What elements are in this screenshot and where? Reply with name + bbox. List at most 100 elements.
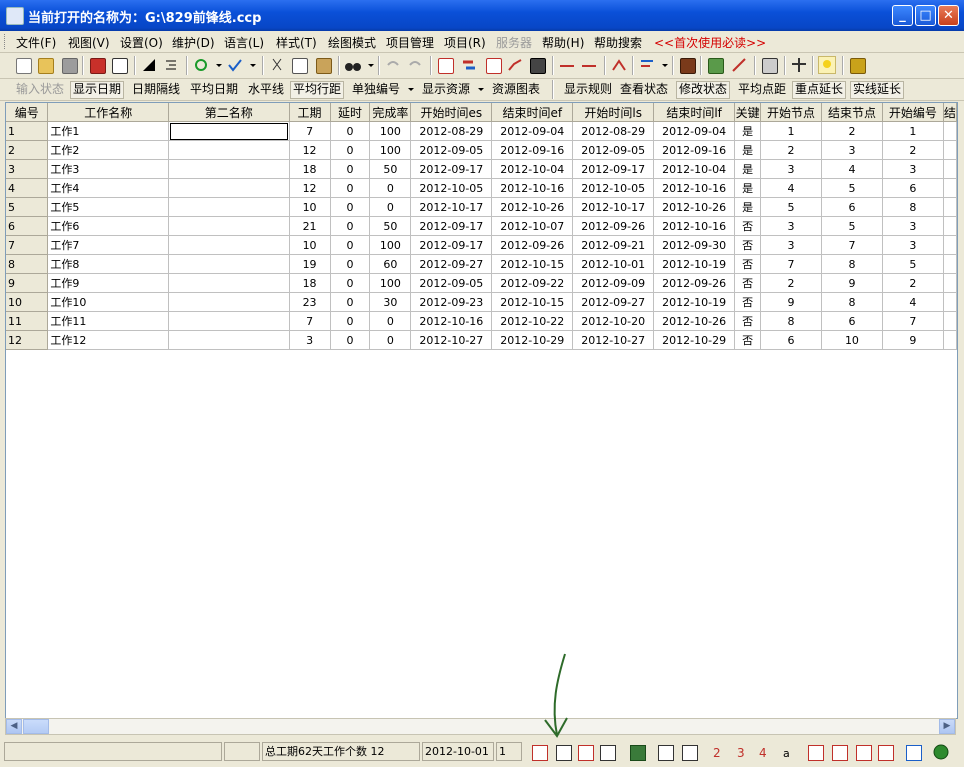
table-cell[interactable] bbox=[330, 464, 370, 483]
resource-icon[interactable] bbox=[528, 56, 546, 74]
table-cell[interactable] bbox=[943, 292, 957, 312]
table-cell[interactable] bbox=[289, 407, 330, 426]
table-cell[interactable] bbox=[943, 369, 956, 388]
table-cell[interactable]: 100 bbox=[369, 235, 412, 255]
table-cell[interactable] bbox=[943, 330, 957, 350]
row-number-cell[interactable]: 1 bbox=[6, 121, 49, 141]
table-cell[interactable]: 工作5 bbox=[47, 197, 169, 217]
show-resources-dropdown[interactable] bbox=[478, 88, 484, 91]
new-file-icon[interactable] bbox=[14, 56, 32, 74]
row-number-cell[interactable] bbox=[6, 539, 48, 559]
show-resources-button[interactable]: 显示资源 bbox=[420, 81, 472, 97]
calendar-icon[interactable] bbox=[656, 743, 674, 761]
table-cell[interactable] bbox=[48, 692, 169, 711]
table-cell[interactable] bbox=[289, 673, 330, 692]
table-cell[interactable] bbox=[761, 464, 822, 483]
table-row[interactable] bbox=[6, 482, 957, 502]
menu-project[interactable]: 项目(R) bbox=[444, 34, 486, 51]
table-cell[interactable] bbox=[411, 597, 492, 616]
table-cell[interactable] bbox=[573, 388, 654, 407]
row-number-cell[interactable]: 2 bbox=[6, 140, 49, 160]
table-cell[interactable] bbox=[370, 616, 411, 635]
menu-settings[interactable]: 设置(O) bbox=[120, 34, 163, 51]
table-cell[interactable] bbox=[411, 502, 492, 521]
table-row[interactable] bbox=[6, 406, 957, 426]
table-cell[interactable] bbox=[370, 483, 411, 502]
table-cell[interactable] bbox=[735, 350, 761, 369]
table-cell[interactable]: 2012-09-17 bbox=[572, 159, 655, 179]
row-number-cell[interactable] bbox=[6, 482, 48, 502]
menu-read-first[interactable]: <<首次使用必读>> bbox=[654, 34, 766, 51]
table-cell[interactable] bbox=[411, 616, 492, 635]
find-icon[interactable] bbox=[344, 56, 362, 74]
table-cell[interactable] bbox=[492, 445, 573, 464]
table-cell[interactable] bbox=[654, 635, 735, 654]
table-row[interactable] bbox=[6, 577, 957, 597]
align-dropdown-arrow[interactable] bbox=[662, 64, 668, 67]
lock-icon[interactable] bbox=[848, 56, 866, 74]
table-cell[interactable] bbox=[654, 350, 735, 369]
row-number-cell[interactable] bbox=[6, 691, 48, 711]
shift-left-icon[interactable] bbox=[876, 743, 894, 761]
table-cell[interactable]: 工作8 bbox=[47, 254, 169, 274]
table-cell[interactable] bbox=[654, 426, 735, 445]
row-number-cell[interactable]: 11 bbox=[6, 311, 49, 331]
table-cell[interactable]: 60 bbox=[369, 254, 412, 274]
undo-icon[interactable] bbox=[384, 56, 402, 74]
fit-width-icon[interactable] bbox=[830, 743, 848, 761]
table-cell[interactable] bbox=[411, 464, 492, 483]
table-cell[interactable] bbox=[330, 635, 370, 654]
table-cell[interactable]: 0 bbox=[369, 311, 412, 331]
table-cell[interactable] bbox=[735, 464, 761, 483]
table-cell[interactable]: 3 bbox=[760, 159, 822, 179]
find-dropdown-arrow[interactable] bbox=[368, 64, 374, 67]
table-cell[interactable] bbox=[573, 540, 654, 559]
table-cell[interactable] bbox=[492, 388, 573, 407]
menu-style[interactable]: 样式(T) bbox=[276, 34, 317, 51]
table-cell[interactable]: 7 bbox=[760, 254, 822, 274]
menu-view[interactable]: 视图(V) bbox=[68, 34, 110, 51]
table-row[interactable] bbox=[6, 596, 957, 616]
table-row[interactable] bbox=[6, 558, 957, 578]
horizontal-scrollbar[interactable]: ◀ ▶ bbox=[5, 718, 956, 735]
table-cell[interactable]: 2012-10-04 bbox=[653, 159, 736, 179]
table-cell[interactable] bbox=[735, 692, 761, 711]
row-number-cell[interactable] bbox=[6, 425, 48, 445]
average-row-spacing-button[interactable]: 平均行距 bbox=[290, 81, 345, 99]
table-cell[interactable] bbox=[48, 483, 169, 502]
table-cell[interactable] bbox=[943, 159, 957, 179]
table-cell[interactable]: 2012-08-29 bbox=[572, 121, 655, 141]
key-extend-button[interactable]: 重点延长 bbox=[792, 81, 847, 99]
table-cell[interactable] bbox=[654, 521, 735, 540]
table-cell[interactable]: 5 bbox=[821, 216, 883, 236]
table-cell[interactable] bbox=[761, 369, 822, 388]
table-cell[interactable]: 2 bbox=[821, 121, 883, 141]
table-cell[interactable] bbox=[573, 654, 654, 673]
table-cell[interactable] bbox=[761, 483, 822, 502]
frame-icon[interactable] bbox=[598, 743, 616, 761]
table-cell[interactable]: 2012-08-29 bbox=[410, 121, 493, 141]
table-cell[interactable] bbox=[943, 597, 956, 616]
row-number-cell[interactable] bbox=[6, 349, 48, 369]
minimize-button[interactable]: _ bbox=[892, 5, 913, 26]
separate-numbering-button[interactable]: 单独编号 bbox=[350, 81, 402, 97]
table-cell[interactable] bbox=[168, 121, 290, 141]
table-row[interactable] bbox=[6, 349, 957, 369]
table-row[interactable]: 3 工作3 18 0 50 2012-09-17 2012-10-04 2012-09-17 2… bbox=[6, 159, 957, 179]
table-cell[interactable] bbox=[735, 388, 761, 407]
table-cell[interactable] bbox=[168, 254, 290, 274]
table-row[interactable]: 1 工作1 7 0 100 2012-08-29 2012-09-04 2012-08-29 2… bbox=[6, 121, 957, 141]
table-cell[interactable] bbox=[330, 578, 370, 597]
table-cell[interactable]: 100 bbox=[369, 273, 412, 293]
table-cell[interactable] bbox=[735, 445, 761, 464]
table-row[interactable]: 8 工作8 19 0 60 2012-09-27 2012-10-15 2012-10-01 2… bbox=[6, 254, 957, 274]
table-row[interactable]: 2 工作2 12 0 100 2012-09-05 2012-09-16 2012-09-05… bbox=[6, 140, 957, 160]
row-number-cell[interactable]: 4 bbox=[6, 178, 49, 198]
check-dropdown-arrow[interactable] bbox=[250, 64, 256, 67]
indent-icon[interactable] bbox=[162, 56, 180, 74]
date-divider-button[interactable]: 日期隔线 bbox=[130, 81, 182, 97]
table-cell[interactable]: 2012-09-27 bbox=[410, 254, 493, 274]
row-number-cell[interactable] bbox=[6, 520, 48, 540]
column-header[interactable]: 完成率 bbox=[369, 103, 412, 122]
table-cell[interactable]: 2012-10-26 bbox=[491, 197, 574, 217]
